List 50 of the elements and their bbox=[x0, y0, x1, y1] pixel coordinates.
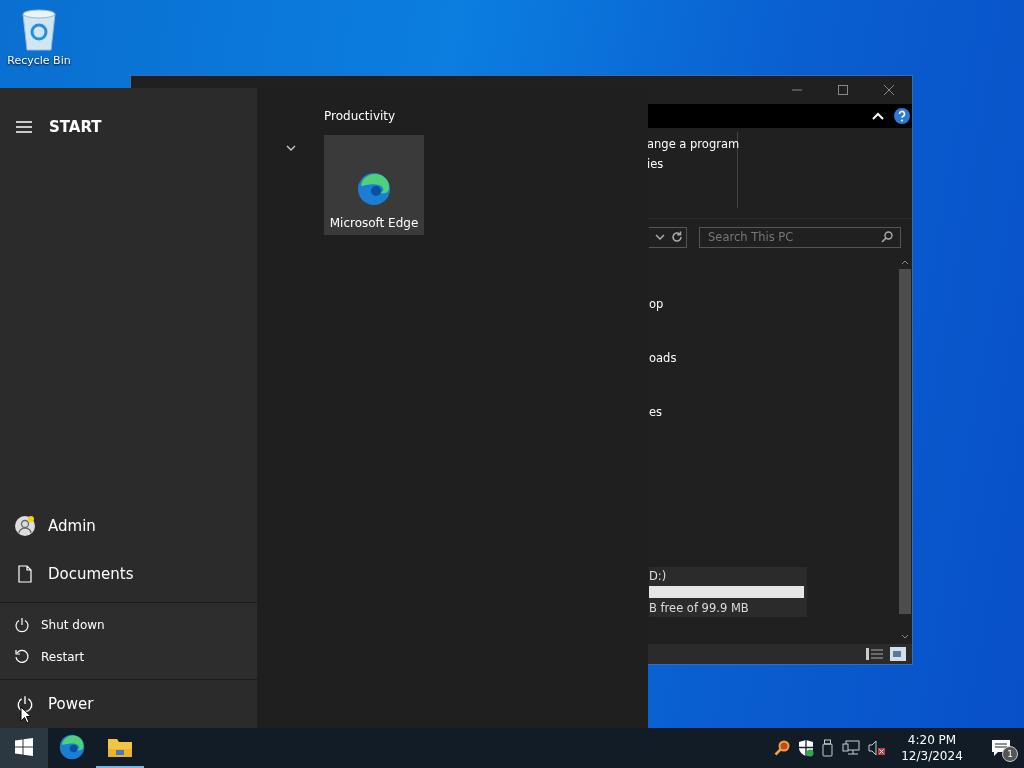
mouse-cursor-icon bbox=[20, 706, 32, 724]
chevron-down-icon[interactable] bbox=[655, 234, 665, 240]
clock[interactable]: 4:20 PM 12/3/2024 bbox=[894, 733, 970, 763]
ribbon-command[interactable]: ies bbox=[647, 157, 737, 171]
large-icons-view-icon[interactable] bbox=[890, 647, 906, 661]
search-icon[interactable] bbox=[881, 231, 893, 243]
chevron-down-icon[interactable] bbox=[285, 145, 296, 151]
usb-drive-icon[interactable] bbox=[822, 739, 834, 757]
start-menu-title: START bbox=[49, 117, 102, 136]
refresh-icon[interactable] bbox=[671, 231, 683, 243]
drive-free-space: B free of 99.9 MB bbox=[649, 601, 750, 615]
close-icon bbox=[884, 85, 894, 95]
muted-speaker-icon[interactable] bbox=[868, 740, 886, 756]
edge-logo-icon bbox=[357, 172, 391, 206]
folder-item[interactable]: op bbox=[649, 297, 898, 311]
menu-icon[interactable] bbox=[16, 120, 32, 133]
magnifier-icon[interactable] bbox=[774, 740, 790, 756]
start-menu-item[interactable]: Documents bbox=[0, 550, 257, 598]
notifications-button[interactable]: 1 bbox=[978, 728, 1024, 768]
drive-tile[interactable]: D:) B free of 99.9 MB bbox=[649, 567, 807, 617]
scroll-up-icon[interactable] bbox=[901, 259, 909, 265]
details-view-icon[interactable] bbox=[866, 647, 884, 661]
maximize-icon bbox=[838, 85, 848, 95]
folder-icon bbox=[108, 737, 132, 757]
caret-icon[interactable] bbox=[872, 112, 884, 120]
power-option[interactable]: Restart bbox=[0, 641, 257, 673]
edge-logo-icon bbox=[59, 734, 85, 760]
app-tile[interactable]: Microsoft Edge bbox=[324, 135, 424, 235]
user-avatar-icon bbox=[14, 515, 36, 537]
desktop-icon-label[interactable]: Recycle Bin bbox=[7, 54, 71, 67]
tile-group-header: Productivity bbox=[324, 109, 397, 123]
folder-item[interactable]: es bbox=[649, 405, 898, 419]
power-option[interactable]: Shut down bbox=[0, 609, 257, 641]
ribbon-command[interactable]: ange a program bbox=[647, 137, 737, 151]
restart-icon bbox=[14, 649, 30, 665]
network-icon[interactable] bbox=[842, 740, 860, 756]
notification-count-badge: 1 bbox=[1002, 746, 1018, 762]
power-icon bbox=[14, 617, 30, 633]
help-icon[interactable] bbox=[894, 108, 910, 124]
start-menu-item[interactable]: Admin bbox=[0, 502, 257, 550]
drive-name: D:) bbox=[649, 569, 668, 583]
windows-logo-icon bbox=[15, 738, 33, 756]
start-button[interactable] bbox=[0, 728, 48, 768]
address-bar[interactable] bbox=[649, 226, 687, 248]
scroll-down-icon[interactable] bbox=[901, 634, 909, 640]
shield-icon[interactable] bbox=[798, 739, 814, 757]
search-field[interactable]: Search This PC bbox=[699, 226, 901, 248]
recycle-bin-icon[interactable] bbox=[19, 8, 59, 52]
folder-item[interactable]: oads bbox=[649, 351, 898, 365]
power-button[interactable]: Power bbox=[0, 680, 257, 728]
